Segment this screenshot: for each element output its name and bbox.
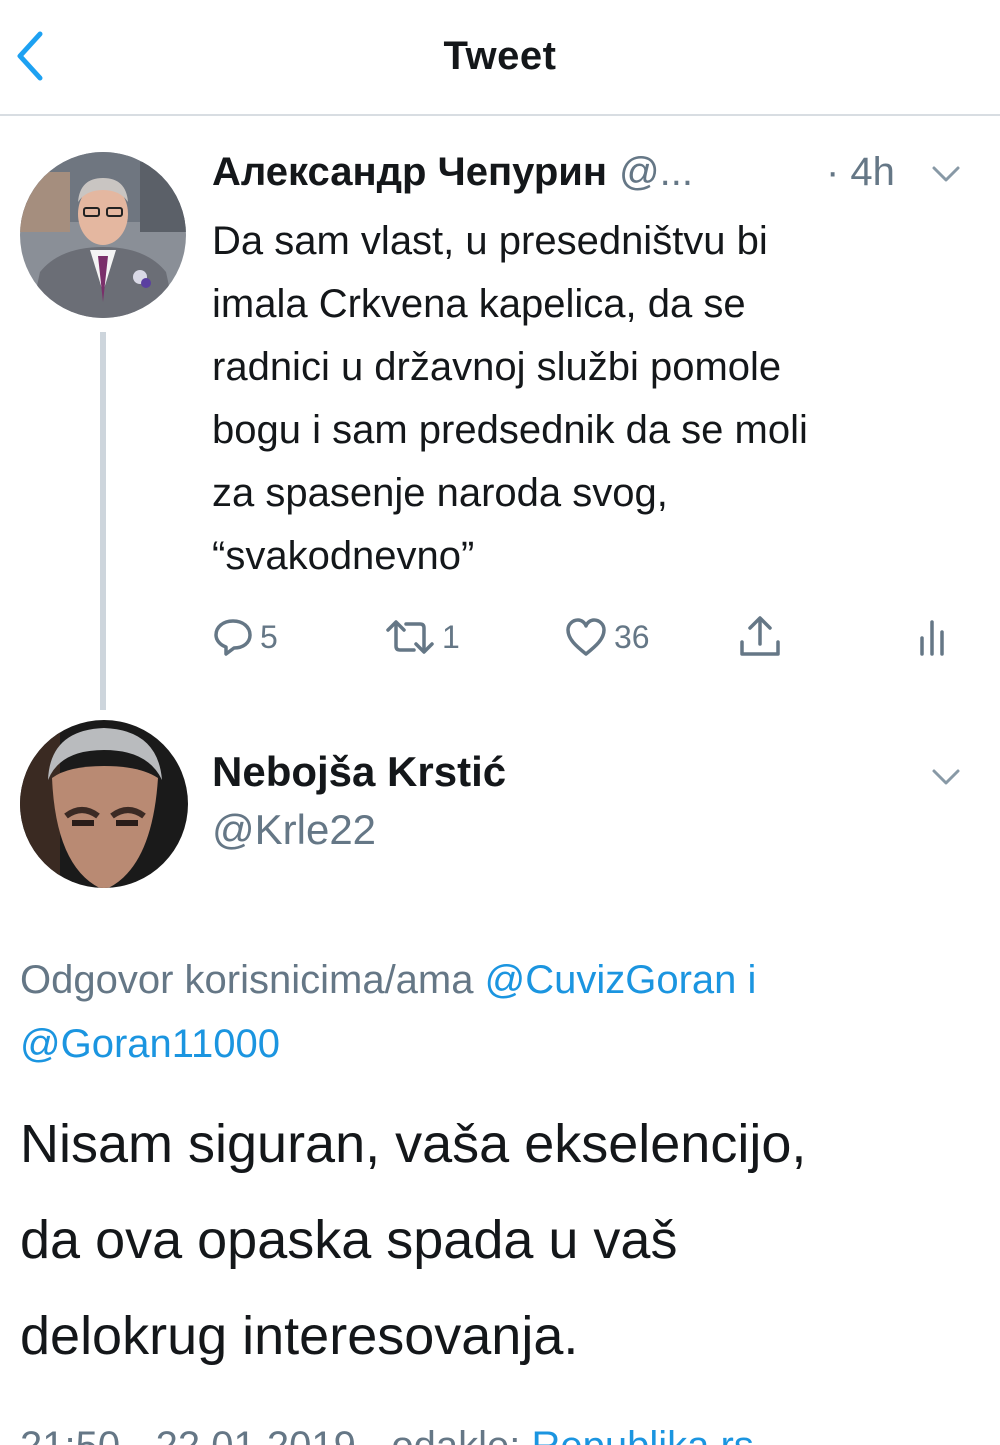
reply-count: 5 <box>260 618 278 655</box>
retweet-icon <box>386 620 434 654</box>
tweet-menu-button[interactable] <box>930 766 962 788</box>
stats-icon <box>920 620 944 656</box>
mention-joiner: i <box>736 958 757 1002</box>
chevron-down-icon <box>932 769 960 785</box>
tweet-menu-button[interactable] <box>930 163 962 185</box>
author-handle[interactable]: @... <box>619 150 693 194</box>
avatar[interactable] <box>20 152 186 318</box>
like-count: 36 <box>614 618 650 655</box>
retweet-count: 1 <box>442 618 460 655</box>
share-button[interactable] <box>738 612 782 662</box>
like-button[interactable]: 36 <box>564 612 650 662</box>
retweet-button[interactable]: 1 <box>384 612 460 662</box>
reply-prefix: Odgovor korisnicima/ama <box>20 958 485 1002</box>
mention-link[interactable]: @CuvizGoran <box>485 958 737 1002</box>
avatar[interactable] <box>20 720 188 888</box>
profile-photo-icon <box>20 152 186 318</box>
reply-icon <box>214 619 252 656</box>
tweet-timestamp[interactable]: · 4h <box>826 150 895 195</box>
thread-connector <box>100 332 106 710</box>
analytics-button[interactable] <box>916 612 948 662</box>
tweet-text: Da sam vlast, u presedništvu bi imala Cr… <box>212 219 808 578</box>
reply-button[interactable]: 5 <box>212 612 278 662</box>
author-name[interactable]: Nebojša Krstić <box>212 748 506 796</box>
top-bar: Tweet <box>0 0 1000 116</box>
tweet-timestamp: 21:50 · 22.01.2019 · odakle: <box>20 1424 531 1445</box>
tweet-meta: 21:50 · 22.01.2019 · odakle: Republika.r… <box>20 1424 980 1445</box>
mention-link[interactable]: @Goran11000 <box>20 1022 280 1066</box>
page-title: Tweet <box>443 34 557 78</box>
like-icon <box>566 618 606 656</box>
author-handle[interactable]: @Krle22 <box>212 806 376 854</box>
profile-photo-icon <box>20 720 188 888</box>
tweet-source-link[interactable]: Republika.rs <box>531 1424 753 1445</box>
tweet-text: Nisam siguran, vaša ekselencijo, da ova … <box>20 1114 807 1366</box>
replying-to: Odgovor korisnicima/ama @CuvizGoran i @G… <box>20 948 980 1076</box>
author-name[interactable]: Александр Чепурин <box>212 150 607 194</box>
chevron-down-icon <box>932 166 960 182</box>
share-icon <box>740 616 780 656</box>
